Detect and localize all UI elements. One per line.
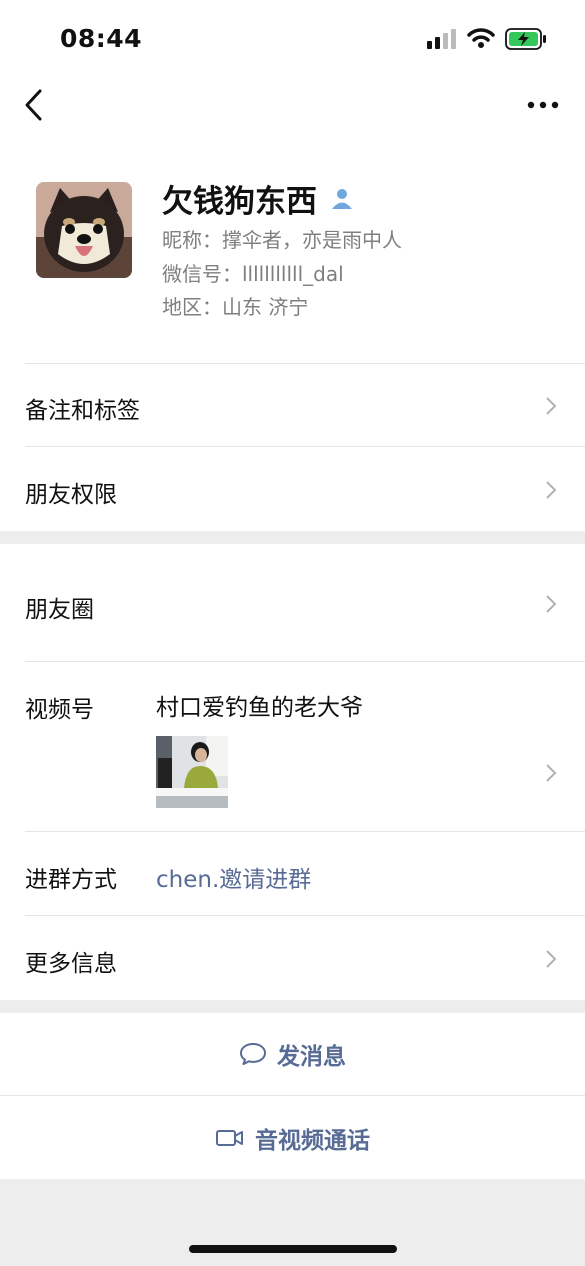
chevron-right-icon [546, 764, 557, 782]
friend-permissions-label: 朋友权限 [25, 482, 117, 508]
wifi-icon [467, 28, 495, 48]
contact-person-icon [332, 188, 352, 209]
nav-bar [0, 72, 585, 138]
wechat-id: 微信号：lllllllllll_dal [162, 262, 344, 286]
channels-name: 村口爱钓鱼的老大爷 [156, 695, 363, 721]
channels-video-thumbnail-image [156, 736, 228, 808]
battery-icon [505, 28, 546, 50]
channels-row[interactable]: 视频号 村口爱钓鱼的老大爷 [0, 662, 585, 832]
chevron-right-icon [546, 397, 557, 415]
channels-thumbnail[interactable] [156, 736, 228, 808]
nickname: 昵称：撑伞者，亦是雨中人 [162, 228, 402, 252]
more-info-row[interactable]: 更多信息 [0, 916, 585, 1000]
channels-label: 视频号 [25, 697, 94, 723]
section-separator [0, 1000, 585, 1013]
send-message-button[interactable]: 发消息 [0, 1013, 585, 1095]
status-bar: 08:44 [0, 0, 585, 72]
more-options-icon[interactable] [527, 92, 559, 118]
video-call-button[interactable]: 音视频通话 [0, 1096, 585, 1179]
profile-header: 欠钱狗东西 昵称：撑伞者，亦是雨中人 微信号：lllllllllll_dal 地… [0, 138, 585, 364]
section-separator [0, 531, 585, 544]
avatar[interactable] [36, 182, 132, 278]
join-group-row: 进群方式 chen.邀请进群 [0, 832, 585, 916]
region: 地区：山东 济宁 [162, 295, 309, 319]
shiba-dog-avatar-image [36, 182, 132, 278]
more-info-label: 更多信息 [25, 951, 117, 977]
join-group-label: 进群方式 [25, 867, 117, 893]
chat-bubble-icon [240, 1043, 266, 1065]
chevron-right-icon [546, 595, 557, 613]
remark-tags-label: 备注和标签 [25, 398, 140, 424]
moments-row[interactable]: 朋友圈 [0, 544, 585, 662]
back-arrow-icon[interactable] [22, 88, 52, 122]
video-camera-icon [216, 1129, 243, 1146]
join-group-value[interactable]: chen.邀请进群 [156, 860, 311, 894]
remark-tags-row[interactable]: 备注和标签 [0, 364, 585, 447]
display-name-text: 欠钱狗东西 [162, 184, 317, 220]
signal-icon [427, 29, 456, 49]
moments-label: 朋友圈 [25, 597, 94, 623]
display-name: 欠钱狗东西 [162, 176, 353, 221]
chevron-right-icon [546, 481, 557, 499]
status-time: 08:44 [60, 24, 143, 53]
chevron-right-icon [546, 950, 557, 968]
send-message-label: 发消息 [277, 1044, 346, 1070]
home-indicator[interactable] [189, 1245, 397, 1253]
video-call-label: 音视频通话 [255, 1127, 370, 1154]
friend-permissions-row[interactable]: 朋友权限 [0, 447, 585, 531]
